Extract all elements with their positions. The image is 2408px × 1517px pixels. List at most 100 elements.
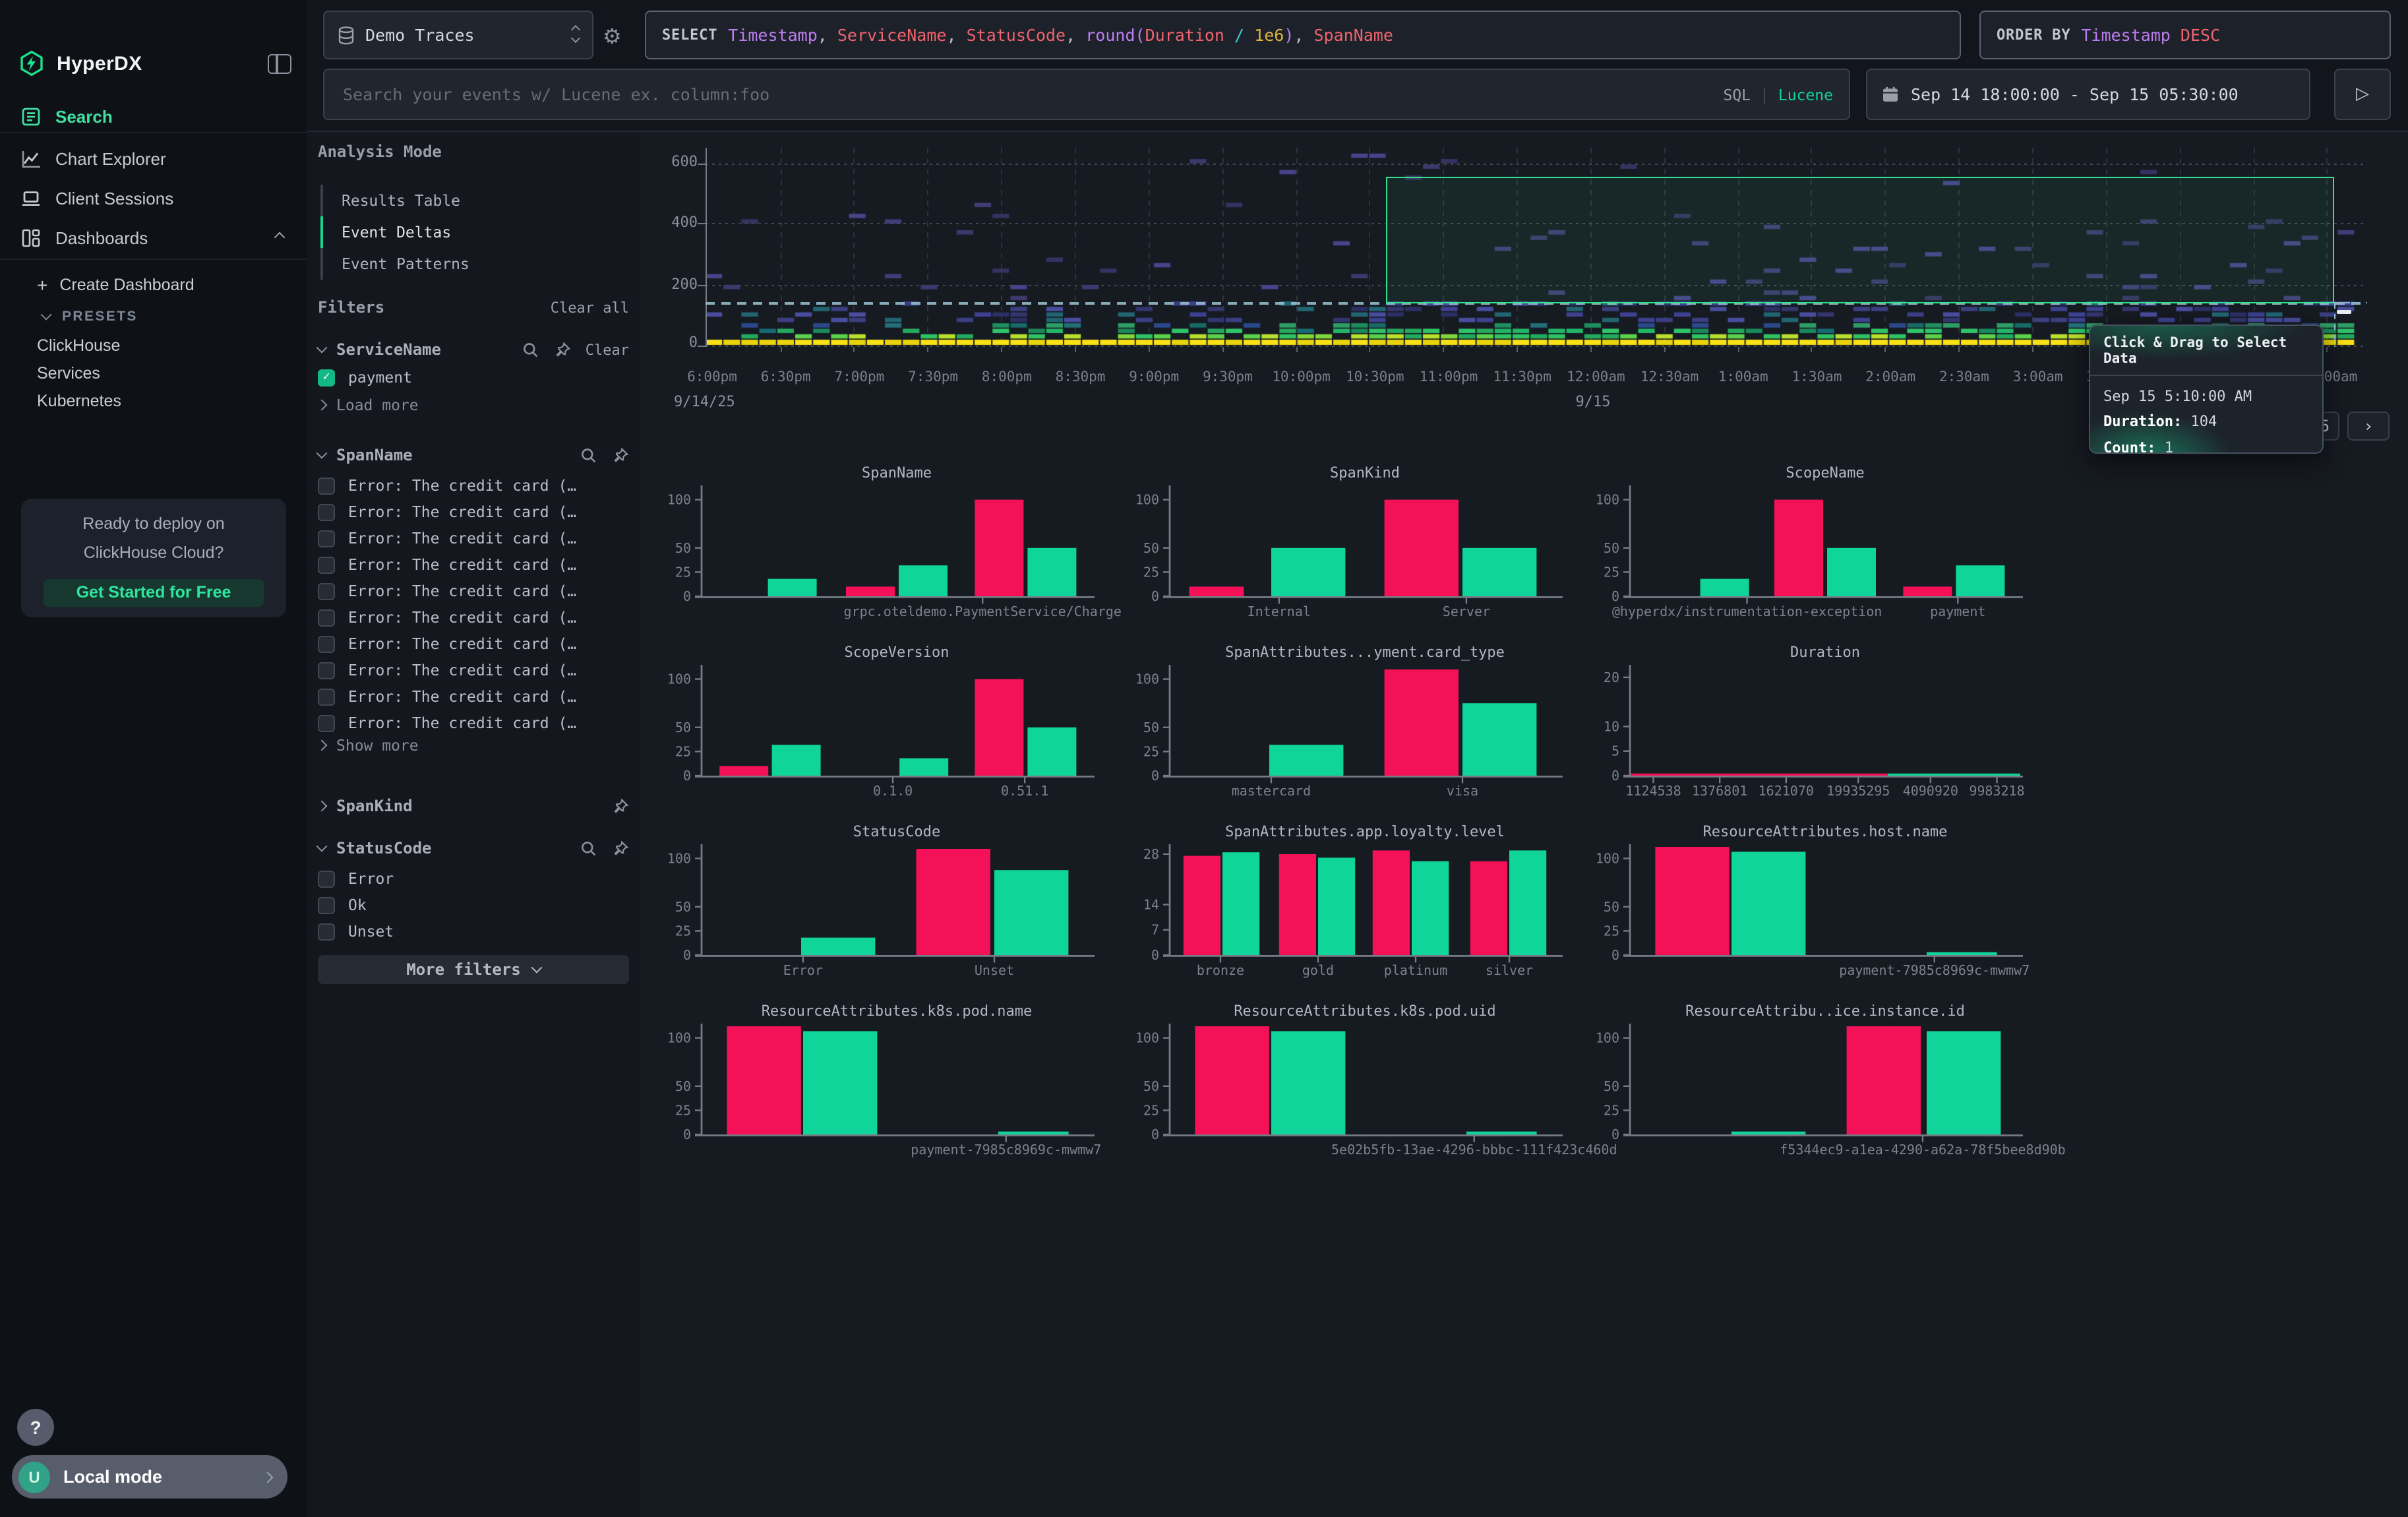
bar[interactable]	[1027, 548, 1076, 596]
next-page-button[interactable]: ›	[2347, 412, 2390, 441]
gear-icon[interactable]: ⚙	[603, 24, 622, 49]
search-icon[interactable]	[522, 341, 539, 358]
checkbox[interactable]	[318, 477, 335, 494]
search-input[interactable]	[340, 83, 1723, 106]
checkbox[interactable]	[318, 530, 335, 547]
sql-toggle[interactable]: SQL	[1723, 85, 1751, 104]
checkbox[interactable]	[318, 582, 335, 600]
checkbox[interactable]	[318, 609, 335, 626]
bar[interactable]	[1827, 548, 1876, 596]
spankind-group-header[interactable]: SpanKind	[318, 794, 629, 818]
order-by-editor[interactable]: ORDER BY Timestamp DESC	[1979, 11, 2391, 59]
bar[interactable]	[1412, 861, 1449, 955]
sidebar-item-client-sessions[interactable]: Client Sessions	[0, 179, 307, 216]
filter-option[interactable]: Error	[318, 865, 629, 892]
filter-option[interactable]: Error: The credit card (…	[318, 551, 629, 578]
bar[interactable]	[1655, 847, 1729, 955]
filter-option[interactable]: Error: The credit card (…	[318, 657, 629, 683]
checkbox[interactable]: ✓	[318, 369, 335, 386]
checkbox[interactable]	[318, 662, 335, 679]
bar[interactable]	[998, 1132, 1069, 1134]
pin-icon[interactable]	[612, 797, 629, 815]
sidebar-item-dashboards[interactable]: Dashboards	[0, 219, 307, 256]
sidebar-item-services[interactable]: Services	[0, 357, 307, 389]
source-select[interactable]: Demo Traces	[323, 11, 593, 59]
pin-icon[interactable]	[612, 447, 629, 464]
bar[interactable]	[1385, 669, 1459, 776]
bar[interactable]	[1027, 728, 1076, 776]
bar[interactable]	[1847, 1026, 1921, 1134]
bar[interactable]	[1462, 703, 1536, 776]
checkbox[interactable]	[318, 923, 335, 940]
bar[interactable]	[1509, 850, 1546, 955]
bar[interactable]	[1189, 586, 1244, 596]
load-more-button[interactable]: Load more	[318, 396, 629, 414]
search-icon[interactable]	[580, 447, 597, 464]
bar[interactable]	[768, 579, 817, 596]
search-icon[interactable]	[580, 840, 597, 857]
pin-icon[interactable]	[612, 840, 629, 857]
bar[interactable]	[1731, 1132, 1805, 1134]
more-filters-button[interactable]: More filters	[318, 955, 629, 984]
bar[interactable]	[899, 758, 948, 776]
servicename-group-header[interactable]: ServiceName Clear	[318, 338, 629, 361]
clear-all-button[interactable]: Clear all	[551, 299, 629, 316]
bar[interactable]	[1271, 1031, 1345, 1134]
clear-button[interactable]: Clear	[586, 341, 629, 358]
checkbox[interactable]	[318, 896, 335, 913]
bar[interactable]	[772, 745, 821, 776]
bar[interactable]	[1462, 548, 1536, 596]
mode-event-patterns[interactable]: Event Patterns	[342, 248, 469, 280]
date-range-picker[interactable]: Sep 14 18:00:00 - Sep 15 05:30:00	[1866, 69, 2310, 120]
show-more-button[interactable]: Show more	[318, 736, 629, 755]
bar[interactable]	[719, 766, 768, 776]
lucene-toggle[interactable]: Lucene	[1778, 85, 1833, 104]
bar[interactable]	[727, 1026, 800, 1134]
create-dashboard-button[interactable]: + Create Dashboard	[0, 269, 307, 301]
bar[interactable]	[1385, 500, 1459, 596]
bar[interactable]	[846, 586, 895, 596]
filter-option[interactable]: Error: The credit card (…	[318, 525, 629, 551]
filter-option[interactable]: Unset	[318, 918, 629, 944]
filter-option[interactable]: Error: The credit card (…	[318, 472, 629, 499]
checkbox[interactable]	[318, 503, 335, 520]
bar[interactable]	[1927, 952, 1997, 955]
bar[interactable]	[917, 849, 990, 955]
filter-option[interactable]: ✓payment	[318, 364, 629, 390]
language-toggle[interactable]: SQL | Lucene	[1723, 85, 1833, 104]
bar[interactable]	[1184, 856, 1220, 955]
selection-rectangle[interactable]	[1386, 177, 2334, 303]
statuscode-group-header[interactable]: StatusCode	[318, 836, 629, 860]
bar[interactable]	[1269, 745, 1343, 776]
checkbox[interactable]	[318, 714, 335, 731]
bar[interactable]	[1731, 851, 1805, 955]
bar[interactable]	[1903, 586, 1952, 596]
bar[interactable]	[1222, 852, 1259, 955]
bar[interactable]	[1888, 774, 2020, 776]
bar[interactable]	[801, 938, 875, 955]
bar[interactable]	[1774, 500, 1823, 596]
bar[interactable]	[994, 870, 1068, 955]
bar[interactable]	[1927, 1031, 2001, 1134]
checkbox[interactable]	[318, 635, 335, 652]
account-button[interactable]: U Local mode	[12, 1455, 287, 1499]
checkbox[interactable]	[318, 688, 335, 705]
collapse-sidebar-icon[interactable]	[268, 53, 291, 73]
bar[interactable]	[1466, 1132, 1537, 1134]
filter-option[interactable]: Error: The credit card (…	[318, 683, 629, 710]
sidebar-item-kubernetes[interactable]: Kubernetes	[0, 385, 307, 417]
pin-icon[interactable]	[554, 341, 571, 358]
filter-option[interactable]: Ok	[318, 892, 629, 918]
checkbox[interactable]	[318, 870, 335, 887]
bar[interactable]	[803, 1031, 877, 1134]
bar[interactable]	[1701, 579, 1749, 596]
help-button[interactable]: ?	[17, 1409, 54, 1446]
sidebar-item-search[interactable]: Search	[0, 98, 307, 135]
bar[interactable]	[1195, 1026, 1269, 1134]
bar[interactable]	[1271, 548, 1345, 596]
mode-event-deltas[interactable]: Event Deltas	[342, 216, 451, 248]
checkbox[interactable]	[318, 556, 335, 573]
filter-option[interactable]: Error: The credit card (…	[318, 631, 629, 657]
bar[interactable]	[975, 500, 1023, 596]
filter-option[interactable]: Error: The credit card (…	[318, 710, 629, 736]
